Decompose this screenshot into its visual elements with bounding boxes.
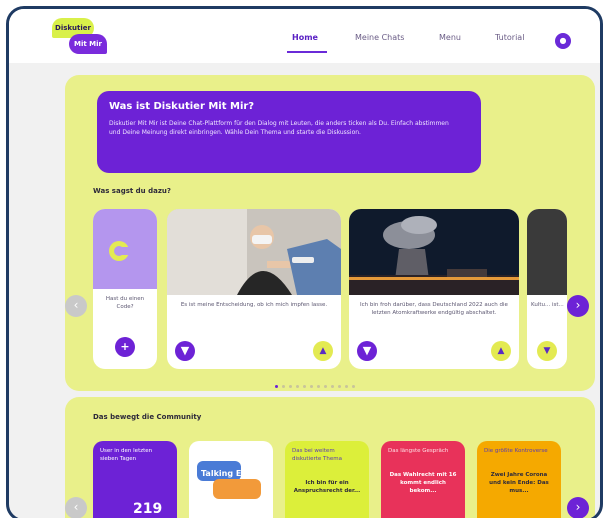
main-nav: Home Meine Chats Menu Tutorial — [9, 9, 600, 63]
intro-text: Diskutier Mit Mir ist Deine Chat-Plattfo… — [109, 120, 449, 136]
thumbs-up-icon[interactable]: ▲ — [491, 341, 511, 361]
community-tile-users[interactable]: User in den letzten sieben Tagen 219 — [93, 441, 177, 518]
statement-card-atomkraft[interactable]: Ich bin froh darüber, dass Deutschland 2… — [349, 209, 519, 369]
community-tile-controversy[interactable]: Die größte Kontroverse Zwei Jahre Corona… — [477, 441, 561, 518]
tile-body: Ich bin für ein Anspruchsrecht der... — [293, 480, 361, 494]
user-icon[interactable]: ● — [555, 33, 571, 49]
carousel-dot[interactable] — [289, 385, 292, 388]
thumbs-up-icon[interactable]: ▲ — [313, 341, 333, 361]
code-card[interactable]: Hast du einen Code? + — [93, 209, 157, 369]
statement-text-1: Es ist meine Entscheidung, ob ich mich i… — [180, 302, 328, 308]
carousel-dot[interactable] — [275, 385, 278, 388]
community-prev-button[interactable]: ‹ — [65, 497, 87, 518]
tile-header: Talking Europe — [201, 469, 268, 478]
tile-header: Das bei weitem diskutierte Thema — [292, 448, 342, 462]
carousel-dot[interactable] — [338, 385, 341, 388]
tile-header: User in den letzten sieben Tagen — [100, 448, 153, 462]
carousel-dot[interactable] — [317, 385, 320, 388]
power-plant-photo — [349, 209, 519, 295]
active-nav-underline — [287, 51, 327, 53]
code-card-text: Hast du einen Code? — [105, 296, 145, 310]
carousel-dot[interactable] — [324, 385, 327, 388]
tile-body: Zwei Jahre Corona und kein Ende: Das mus… — [489, 472, 549, 494]
carousel-dot[interactable] — [296, 385, 299, 388]
carousel-dot[interactable] — [345, 385, 348, 388]
carousel-dot[interactable] — [352, 385, 355, 388]
section-title-was-sagst-du: Was sagst du dazu? — [93, 187, 171, 195]
carousel-dot[interactable] — [303, 385, 306, 388]
plus-icon[interactable]: + — [115, 337, 135, 357]
carousel-dots — [275, 385, 355, 388]
statement-text-2: Ich bin froh darüber, dass Deutschland 2… — [360, 302, 508, 316]
thumbs-down-icon[interactable]: ▼ — [357, 341, 377, 361]
community-next-button[interactable]: › — [567, 497, 589, 518]
statement-card-vaccination[interactable]: Es ist meine Entscheidung, ob ich mich i… — [167, 209, 341, 369]
tile-header: Die größte Kontroverse — [484, 448, 548, 454]
browser-frame: Diskutier Mit Mir Home Meine Chats Menu … — [6, 6, 603, 518]
nav-item-home[interactable]: Home — [292, 33, 318, 42]
carousel-dot[interactable] — [331, 385, 334, 388]
carousel-dot[interactable] — [310, 385, 313, 388]
tile-body: Das Wahlrecht mit 16 kommt endlich bekom… — [389, 472, 457, 494]
carousel-dot[interactable] — [282, 385, 285, 388]
partial-card-photo — [527, 209, 567, 295]
community-tile-talking-europe[interactable]: Talking Europe — [189, 441, 273, 518]
user-count: 219 — [133, 501, 163, 517]
carousel-next-button[interactable]: › — [567, 295, 589, 317]
tile-header: Das längste Gespräch — [388, 448, 449, 454]
code-card-banner — [93, 209, 157, 289]
thumbs-down-icon[interactable]: ▼ — [537, 341, 557, 361]
vaccination-photo — [167, 209, 341, 295]
nav-item-menu[interactable]: Menu — [439, 33, 461, 42]
nav-item-tutorial[interactable]: Tutorial — [495, 33, 524, 42]
carousel-prev-button[interactable]: ‹ — [65, 295, 87, 317]
code-logo-icon — [109, 241, 131, 261]
statement-text-3: Kultu... ist... — [531, 302, 564, 308]
intro-title: Was ist Diskutier Mit Mir? — [109, 101, 255, 112]
thumbs-down-icon[interactable]: ▼ — [175, 341, 195, 361]
statement-card-partial[interactable]: Kultu... ist... ▼ — [527, 209, 567, 369]
intro-box: Was ist Diskutier Mit Mir? Diskutier Mit… — [97, 91, 481, 173]
top-navigation-bar: Diskutier Mit Mir Home Meine Chats Menu … — [9, 9, 600, 63]
community-tile-topic[interactable]: Das bei weitem diskutierte Thema Ich bin… — [285, 441, 369, 518]
nav-item-meine-chats[interactable]: Meine Chats — [355, 33, 404, 42]
section-title-community: Das bewegt die Community — [93, 413, 202, 421]
community-tile-longest[interactable]: Das längste Gespräch Das Wahlrecht mit 1… — [381, 441, 465, 518]
